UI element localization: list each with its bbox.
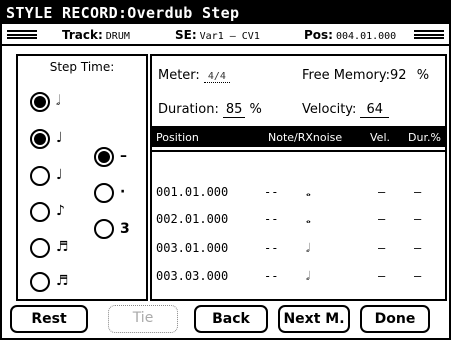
modifier-triplet-label: 3	[120, 221, 130, 237]
step-time-heading: Step Time:	[49, 60, 115, 74]
row-position: 003.03.000	[156, 269, 229, 283]
step-time-radio-sixteenth[interactable]	[30, 238, 50, 258]
track-label: Track:	[62, 28, 103, 42]
row-vel: –	[378, 269, 386, 283]
row-dur: –	[414, 269, 422, 283]
step-time-radio-eighth[interactable]	[30, 202, 50, 222]
row-dur: –	[414, 241, 422, 255]
duration-value[interactable]: 85	[222, 102, 246, 118]
velocity-label: Velocity:	[302, 102, 357, 117]
table-row[interactable]: 002.01.000 -- 𝅝 – –	[152, 208, 445, 230]
meter-field: Meter: 4/4	[158, 68, 230, 83]
pos-label: Pos:	[304, 28, 333, 42]
column-note: Note/RXnoise	[268, 131, 343, 144]
event-list[interactable]: Position Note/RXnoise Vel. Dur.% 001.01.…	[150, 128, 447, 301]
free-memory-value: 92	[390, 68, 407, 83]
step-time-radio-quarter-2[interactable]	[30, 166, 50, 186]
duration-unit: %	[249, 102, 262, 117]
row-position: 002.01.000	[156, 212, 229, 226]
se-label: SE:	[175, 28, 197, 42]
eighth-note-icon: ♪	[56, 203, 65, 219]
column-position: Position	[156, 131, 199, 144]
free-memory-unit: %	[416, 68, 430, 83]
step-time-radio-thirtysecond[interactable]	[30, 272, 50, 292]
thirty-second-note-icon: ♬	[56, 273, 69, 289]
half-note-icon: 𝅗𝅥	[306, 241, 310, 255]
column-dur: Dur.%	[408, 131, 441, 144]
quarter-note-icon: ♩	[56, 130, 63, 146]
done-button[interactable]: Done	[360, 305, 430, 333]
velocity-value[interactable]: 64	[360, 102, 389, 118]
track-value: DRUM	[105, 31, 130, 42]
column-vel: Vel.	[370, 131, 390, 144]
velocity-field: Velocity: 64	[302, 102, 389, 118]
se-value: Var1 – CV1	[199, 31, 260, 42]
step-time-radio-half[interactable]	[30, 92, 50, 112]
rest-button[interactable]: Rest	[10, 305, 88, 333]
half-note-icon: 𝅗𝅥	[56, 93, 61, 109]
row-vel: –	[378, 185, 386, 199]
tie-button[interactable]: Tie	[108, 305, 178, 333]
modifier-radio-dotted[interactable]	[94, 183, 114, 203]
event-list-header: Position Note/RXnoise Vel. Dur.%	[152, 128, 445, 147]
meter-value[interactable]: 4/4	[203, 71, 230, 83]
modifier-normal-label: –	[120, 148, 127, 164]
pos-field: Pos: 004.01.000	[304, 28, 396, 42]
table-row[interactable]: 003.03.000 -- 𝅗𝅥 – –	[152, 265, 445, 287]
parameter-panel: Meter: 4/4 Free Memory:92 % Duration: 85 %…	[150, 54, 447, 128]
track-field: Track: DRUM	[62, 28, 130, 42]
se-field: SE: Var1 – CV1	[175, 28, 260, 42]
free-memory-field: Free Memory:92 %	[302, 68, 429, 83]
header-divider	[152, 150, 445, 152]
modifier-radio-triplet[interactable]	[94, 219, 114, 239]
step-time-radio-quarter[interactable]	[30, 129, 50, 149]
row-note: --	[264, 241, 279, 255]
half-note-icon: 𝅗𝅥	[306, 269, 310, 283]
modifier-dotted-label: ·	[120, 184, 126, 200]
info-bar: Track: DRUM SE: Var1 – CV1 Pos: 004.01.000	[2, 24, 449, 46]
duration-field: Duration: 85 %	[158, 102, 262, 118]
page-title: STYLE RECORD:Overdub Step	[2, 2, 449, 24]
table-row[interactable]: 003.01.000 -- 𝅗𝅥 – –	[152, 237, 445, 259]
step-time-panel: Step Time: 𝅗𝅥 ♩ ♩ ♪ ♬ ♬ – · 3	[16, 54, 148, 301]
table-row[interactable]: 001.01.000 -- 𝅝 – –	[152, 181, 445, 203]
row-dur: –	[414, 212, 422, 226]
modifier-radio-normal[interactable]	[94, 147, 114, 167]
sixteenth-note-icon: ♬	[56, 239, 69, 255]
style-record-screen: STYLE RECORD:Overdub Step Track: DRUM SE:…	[0, 0, 451, 340]
next-measure-button[interactable]: Next M.	[278, 305, 350, 333]
row-note: --	[264, 212, 279, 226]
row-position: 001.01.000	[156, 185, 229, 199]
menu-lines-right-icon[interactable]	[414, 30, 444, 39]
row-dur: –	[414, 185, 422, 199]
row-note: --	[264, 185, 279, 199]
duration-label: Duration:	[158, 102, 219, 117]
back-button[interactable]: Back	[194, 305, 268, 333]
whole-note-icon: 𝅝	[306, 212, 311, 226]
row-position: 003.01.000	[156, 241, 229, 255]
meter-label: Meter:	[158, 68, 200, 83]
row-note: --	[264, 269, 279, 283]
pos-value: 004.01.000	[335, 31, 397, 42]
free-memory-label: Free Memory:	[302, 68, 391, 83]
row-vel: –	[378, 241, 386, 255]
quarter-note-icon: ♩	[56, 167, 63, 183]
row-vel: –	[378, 212, 386, 226]
whole-note-icon: 𝅝	[306, 185, 311, 199]
menu-lines-left-icon[interactable]	[7, 30, 37, 39]
